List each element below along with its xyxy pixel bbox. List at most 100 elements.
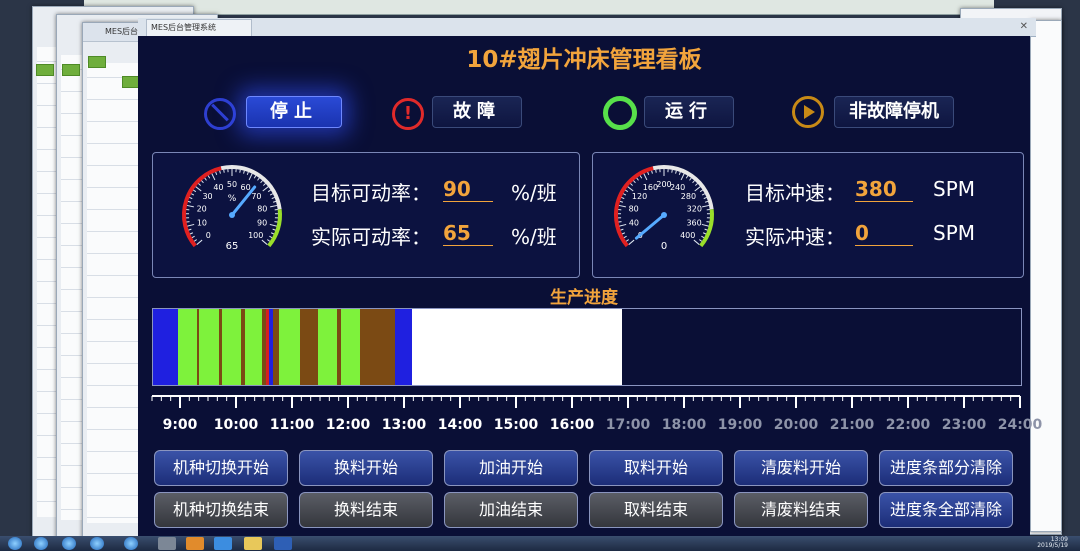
action-end-button[interactable]: 换料结束 [299,492,433,528]
gauge-tick [269,235,273,239]
gauge-tick [689,177,692,181]
gauge-tick [655,169,657,173]
gauge-tick [267,239,271,242]
page-title: 10#翅片冲床管理看板 [466,47,702,73]
gauge-tick [671,169,673,173]
timeline-axis [151,395,1021,408]
gauge-tick [223,169,225,173]
gauge-hub [229,212,235,218]
gauge-tick [260,180,263,184]
background-window-right-2 [1030,20,1062,532]
action-end-button[interactable]: 清废料结束 [734,492,868,528]
gauge-tick-label: 70 [251,192,261,201]
gauge-tick [215,171,218,175]
target-availability-unit: %/班 [511,181,557,205]
start-icon[interactable] [90,537,104,550]
gauge-tick [701,193,705,196]
gauge-tick [198,183,201,186]
taskbar: 13:09 2019/5/19 [0,536,1080,551]
action-end-button[interactable]: 进度条全部清除 [879,492,1013,528]
gauge-tick [702,204,710,208]
action-start-button[interactable]: 换料开始 [299,450,433,486]
nav-green-button[interactable] [62,64,80,76]
action-end-button[interactable]: 机种切换结束 [154,492,288,528]
gauge-tick [186,204,194,208]
start-icon[interactable] [34,537,48,550]
media-player-icon[interactable] [186,537,204,550]
actual-speed-unit: SPM [933,221,976,245]
progress-segment-blank [411,309,623,385]
action-start-button[interactable]: 清废料开始 [734,450,868,486]
folder-icon[interactable] [244,537,262,550]
availability-gauge: 0 10 20 3040 50 6070 80 90 100% 65 [182,165,282,252]
action-end-button[interactable]: 加油结束 [444,492,578,528]
gauge-tick [261,239,268,245]
gauge-tick-label: 40 [629,218,639,227]
gauge-tick [620,228,624,231]
axis-tick-label: 10:00 [213,417,259,433]
gauge-tick [257,177,260,181]
running-status-button[interactable]: 运行 [644,96,734,128]
gauge-tick [189,197,193,200]
gauge-tick [628,239,635,245]
actual-availability-unit: %/班 [511,225,557,249]
gauge-tick [623,193,627,196]
action-start-button[interactable]: 进度条部分清除 [879,450,1013,486]
gauge-tick [269,193,273,196]
action-start-button[interactable]: 加油开始 [444,450,578,486]
start-icon[interactable] [62,537,76,550]
gauge-tick [625,189,629,193]
app-icon[interactable] [158,537,176,550]
gauge-tick-label: 360 [686,218,701,227]
gauge-tick [693,239,700,245]
browser-tab[interactable]: MES后台管理系统 [146,19,252,36]
gauge-tick [619,223,627,227]
gauge-tick [702,232,707,235]
stop-status-button[interactable]: 停止 [246,96,342,128]
taskbar-clock: 13:09 2019/5/19 [1037,537,1068,549]
progress-segment-run [245,309,263,385]
action-start-button[interactable]: 取料开始 [589,450,723,486]
actual-availability-label: 实际可动率： [311,225,431,249]
gauge-tick [639,175,643,179]
progress-segment-fault-stop [299,309,319,385]
start-icon[interactable] [124,537,138,550]
axis-tick-label: 9:00 [162,417,198,433]
fault-status-button[interactable]: 故障 [432,96,522,128]
gauge-tick [188,228,192,231]
target-availability-label: 目标可动率： [311,181,431,205]
gauge-tick [703,197,707,200]
gauge-needle [634,213,666,240]
gauge-tick [201,180,204,184]
gauge-tick [701,223,709,227]
nav-green-button[interactable] [88,56,106,68]
axis-tick-label: 17:00 [605,417,651,433]
gauge-tick [207,175,211,179]
action-start-button[interactable]: 机种切换开始 [154,450,288,486]
progress-title: 生产进度 [550,288,618,308]
gauge-tick [248,173,253,181]
start-icon[interactable] [8,537,22,550]
gauge-tick [685,175,689,179]
browser-icon[interactable] [214,537,232,550]
gauge-hub [661,212,667,218]
nav-green-button[interactable] [36,64,54,76]
fault-icon: ! [392,98,424,130]
gauge-reading: 65 [226,241,239,252]
word-icon[interactable] [274,537,292,550]
gauge-tick [272,200,277,203]
gauge-tick [219,170,221,174]
axis-tick-label: 15:00 [493,417,539,433]
progress-segment-run [279,309,300,385]
progress-segment-run [318,309,337,385]
non-fault-stop-status-button[interactable]: 非故障停机 [834,96,954,128]
axis-tick-label: 24:00 [997,417,1043,433]
gauge-tick [675,170,677,174]
gauge-tick-label: 60 [240,183,250,192]
availability-panel: 0 10 20 30 40 50 60 70 80 90 100% 65 目标可动率： 90 %/班 … [152,152,580,278]
action-end-button[interactable]: 取料结束 [589,492,723,528]
close-icon[interactable]: ✕ [1020,18,1028,36]
gauge-tick-label: 80 [629,205,639,214]
axis-tick-label: 23:00 [941,417,987,433]
gauge-tick-label: 40 [213,183,223,192]
